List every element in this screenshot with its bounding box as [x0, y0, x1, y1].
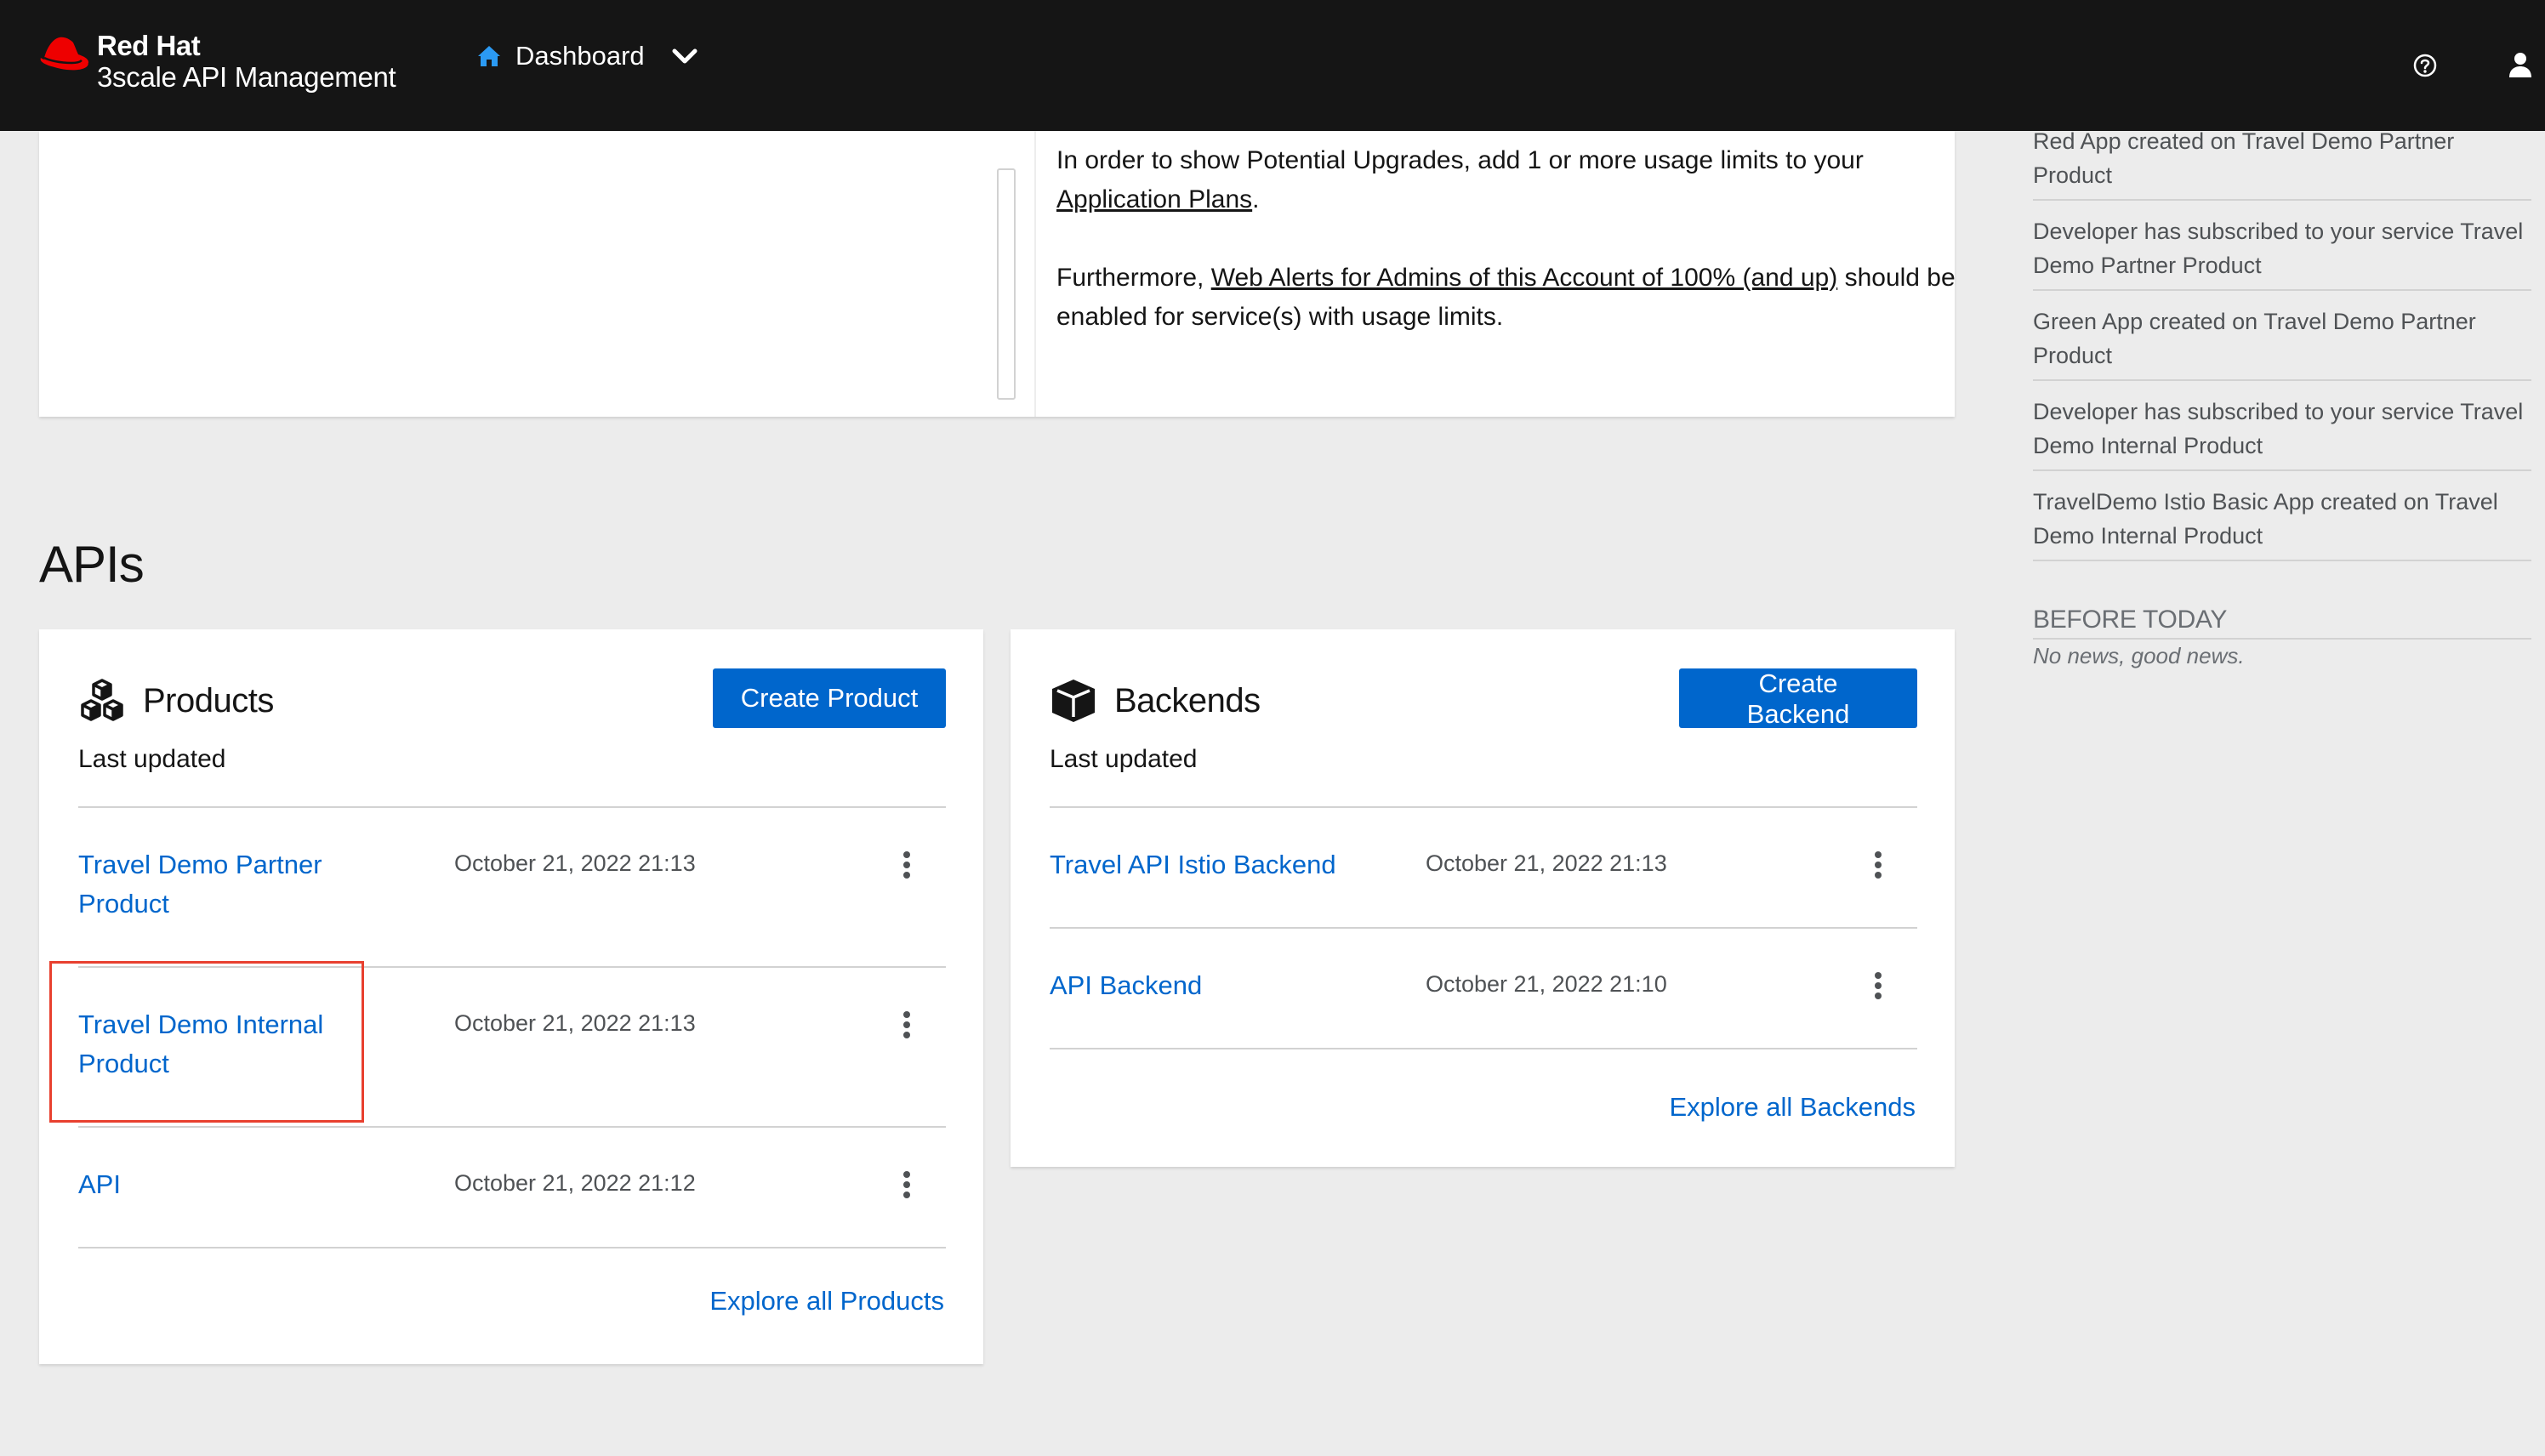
help-icon[interactable]	[2412, 53, 2438, 78]
upgrades-message: In order to show Potential Upgrades, add…	[1056, 141, 1958, 376]
divider	[1034, 131, 1036, 417]
table-row: Travel API Istio Backend October 21, 202…	[1050, 808, 1917, 929]
kebab-menu-icon[interactable]	[898, 1009, 915, 1043]
text: Furthermore,	[1056, 264, 1211, 292]
context-selector[interactable]: Dashboard	[476, 41, 697, 71]
text: In order to show Potential Upgrades, add…	[1056, 146, 1864, 174]
products-title: Products	[143, 681, 274, 719]
kebab-menu-icon[interactable]	[1870, 849, 1887, 883]
messages-feed: Red App created on Travel Demo Partner P…	[2033, 119, 2531, 669]
alerts-paragraph: Furthermore, Web Alerts for Admins of th…	[1056, 259, 1958, 337]
kebab-menu-icon[interactable]	[898, 1169, 915, 1203]
explore-all-products-link[interactable]: Explore all Products	[709, 1286, 944, 1317]
chevron-down-icon	[672, 48, 697, 64]
row-date: October 21, 2022 21:13	[454, 1010, 696, 1036]
home-icon	[478, 46, 500, 66]
row-date: October 21, 2022 21:13	[454, 850, 696, 876]
backend-link-api-backend[interactable]: API Backend	[1050, 966, 1373, 1005]
table-row: Travel Demo Internal Product October 21,…	[78, 968, 946, 1128]
products-header: Products	[78, 677, 274, 725]
brand-name: Red Hat	[97, 30, 201, 61]
backends-card: Backends Last updated Create Backend Tra…	[1011, 629, 1955, 1167]
products-subtitle: Last updated	[78, 745, 226, 773]
backend-link-travel-api-istio[interactable]: Travel API Istio Backend	[1050, 845, 1373, 884]
products-card: Products Last updated Create Product Tra…	[39, 629, 983, 1364]
backends-subtitle: Last updated	[1050, 745, 1198, 773]
products-list: Travel Demo Partner Product October 21, …	[78, 806, 946, 1248]
upgrades-paragraph: In order to show Potential Upgrades, add…	[1056, 141, 1958, 219]
cube-icon	[1052, 680, 1095, 722]
cubes-icon	[81, 679, 123, 721]
table-row: Travel Demo Partner Product October 21, …	[78, 808, 946, 968]
before-today-empty: No news, good news.	[2033, 643, 2245, 668]
text: .	[1252, 185, 1260, 213]
application-plans-link[interactable]: Application Plans	[1056, 185, 1252, 213]
kebab-menu-icon[interactable]	[1870, 970, 1887, 1004]
apis-section-title: APIs	[39, 536, 145, 593]
masthead: Red Hat 3scale API Management Dashboard	[0, 0, 2545, 131]
list-item: Red App created on Travel Demo Partner P…	[2033, 119, 2531, 201]
kebab-menu-icon[interactable]	[898, 849, 915, 883]
before-today-heading: BEFORE TODAY	[2033, 606, 2531, 640]
user-icon[interactable]	[2508, 51, 2533, 78]
row-date: October 21, 2022 21:12	[454, 1170, 696, 1196]
potential-upgrades-card: In order to show Potential Upgrades, add…	[39, 131, 1958, 417]
product-link-travel-demo-internal[interactable]: Travel Demo Internal Product	[78, 1005, 367, 1083]
web-alerts-link[interactable]: Web Alerts for Admins of this Account of…	[1211, 264, 1838, 292]
row-date: October 21, 2022 21:10	[1426, 971, 1667, 997]
create-backend-button[interactable]: Create Backend	[1679, 668, 1917, 729]
backends-list: Travel API Istio Backend October 21, 202…	[1050, 806, 1917, 1049]
list-item: Developer has subscribed to your service…	[2033, 209, 2531, 291]
list-item: Green App created on Travel Demo Partner…	[2033, 299, 2531, 381]
list-item: TravelDemo Istio Basic App created on Tr…	[2033, 480, 2531, 561]
backends-title: Backends	[1114, 681, 1261, 719]
product-link-travel-demo-partner[interactable]: Travel Demo Partner Product	[78, 845, 367, 924]
table-row: API Backend October 21, 2022 21:10	[1050, 929, 1917, 1049]
create-product-button[interactable]: Create Product	[713, 668, 946, 728]
product-link-api[interactable]: API	[78, 1165, 367, 1204]
backends-header: Backends	[1050, 677, 1261, 725]
explore-all-backends-link[interactable]: Explore all Backends	[1670, 1092, 1916, 1123]
table-row: API October 21, 2022 21:12	[78, 1128, 946, 1248]
list-item: Developer has subscribed to your service…	[2033, 390, 2531, 471]
row-date: October 21, 2022 21:13	[1426, 850, 1667, 876]
context-label: Dashboard	[515, 41, 645, 71]
redhat-logo	[40, 37, 88, 71]
product-name: 3scale API Management	[97, 61, 396, 93]
brand[interactable]: Red Hat 3scale API Management	[37, 31, 396, 94]
scrollbar[interactable]	[997, 168, 1016, 400]
